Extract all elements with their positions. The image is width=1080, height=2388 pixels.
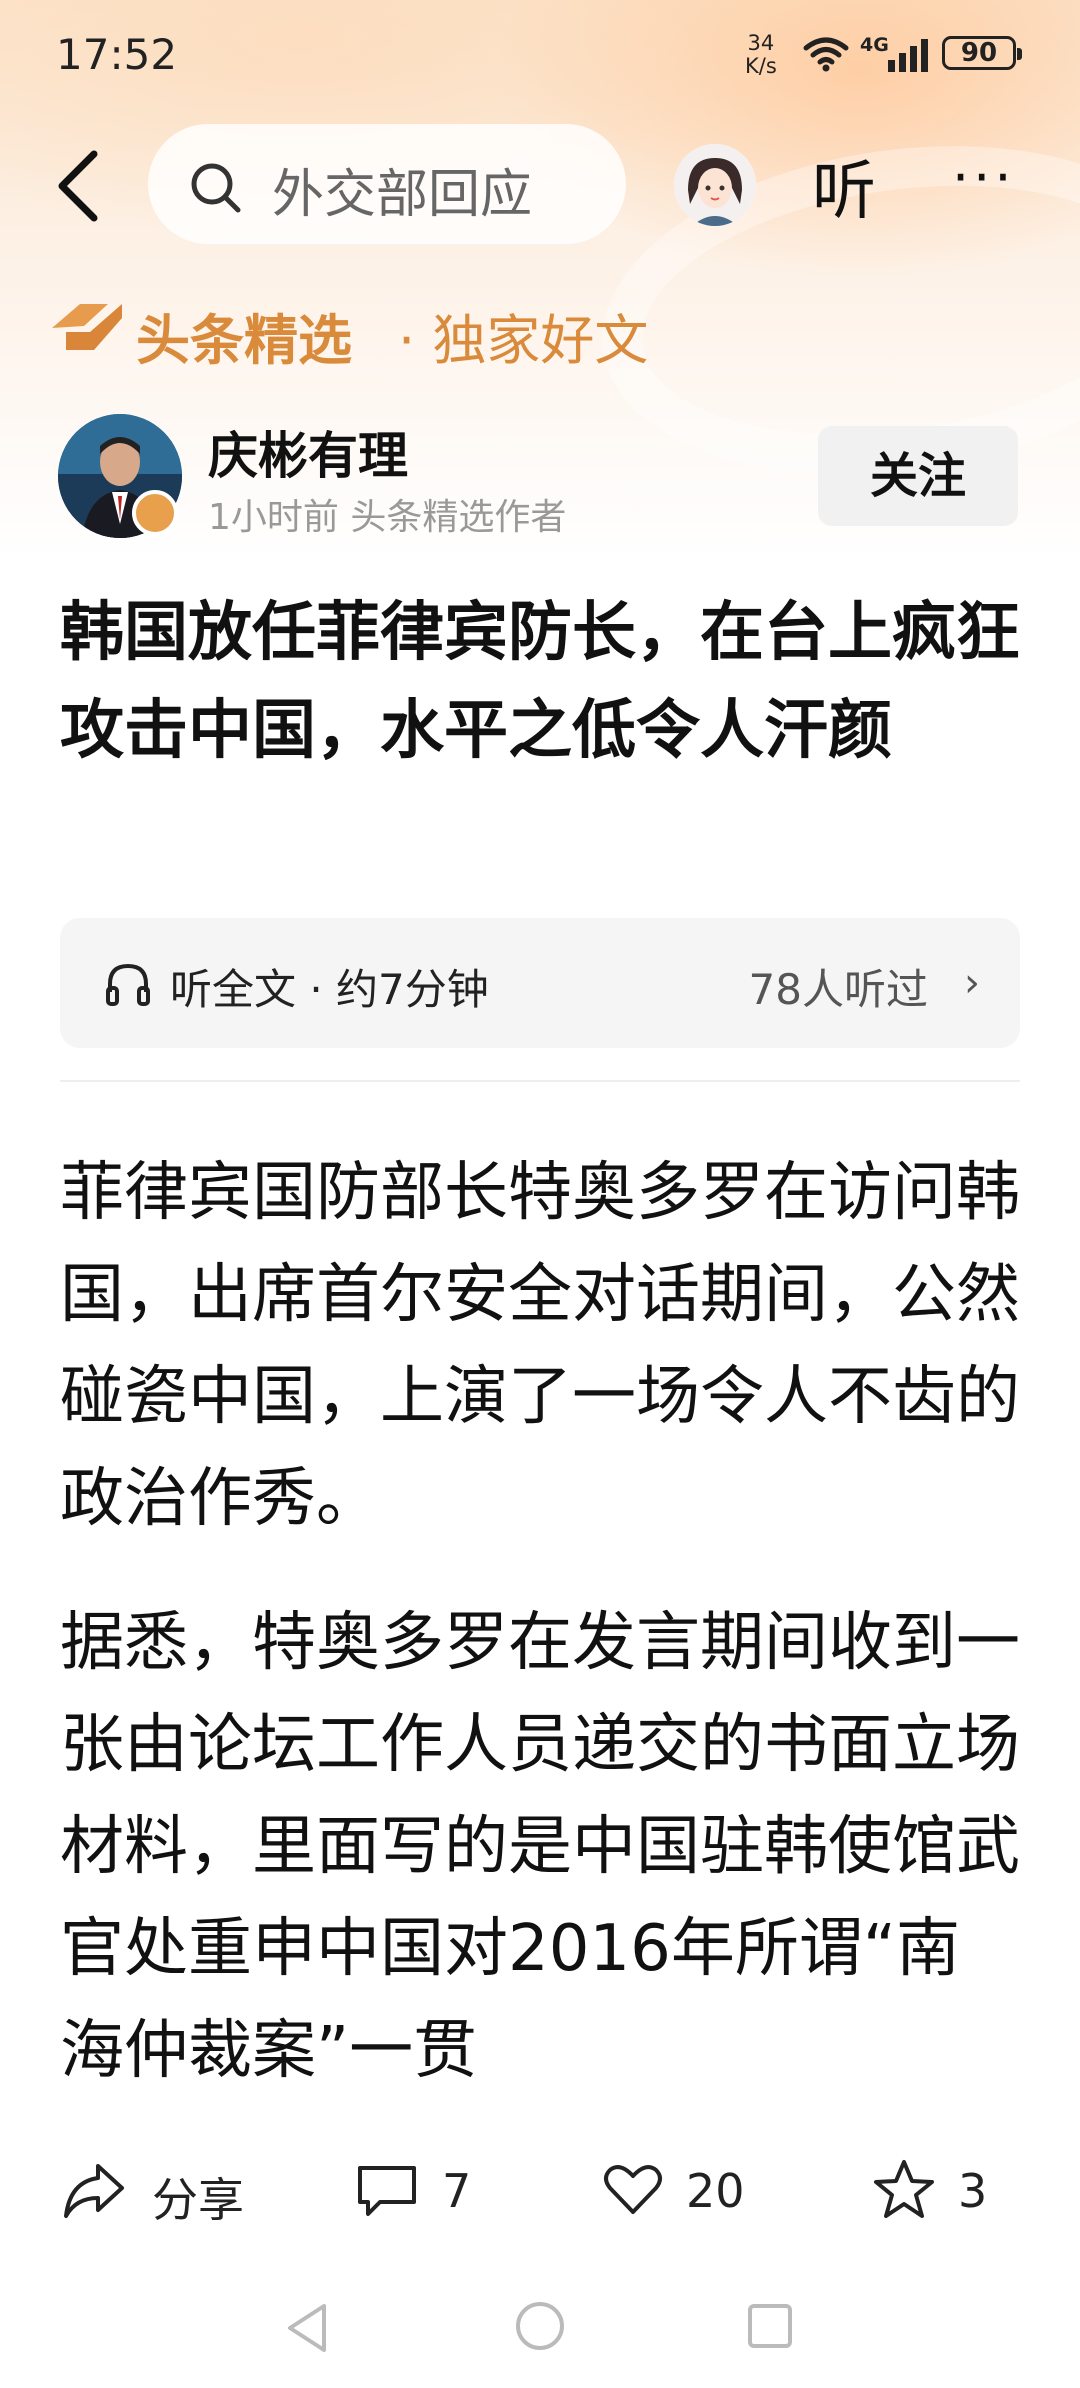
search-icon bbox=[191, 163, 241, 213]
follow-button[interactable]: 关注 bbox=[818, 426, 1018, 526]
share-button[interactable]: 分享 bbox=[62, 2158, 262, 2228]
listen-button[interactable]: 听 bbox=[812, 140, 876, 232]
back-icon[interactable] bbox=[50, 148, 110, 224]
nav-home-icon[interactable] bbox=[514, 2300, 566, 2352]
search-box[interactable]: 外交部回应 bbox=[148, 124, 626, 244]
nav-back-icon[interactable] bbox=[282, 2300, 332, 2356]
article-paragraph: 菲律宾国防部长特奥多罗在访问韩国，出席首尔安全对话期间，公然碰瓷中国，上演了一场… bbox=[60, 1156, 1020, 1536]
star-icon bbox=[874, 2160, 934, 2218]
status-bar: 17:52 34 K/s 4G 90 bbox=[0, 0, 1080, 116]
toutiao-featured-logo bbox=[52, 304, 122, 350]
like-count: 20 bbox=[686, 2164, 745, 2218]
share-label: 分享 bbox=[152, 2173, 244, 2227]
system-navigation-bar bbox=[0, 2270, 1080, 2388]
author-meta: 1小时前 头条精选作者 bbox=[208, 497, 567, 538]
signal-icon bbox=[888, 39, 928, 72]
favorite-button[interactable]: 3 bbox=[872, 2158, 1012, 2228]
network-speed-value: 34 bbox=[747, 31, 775, 55]
battery-indicator: 90 bbox=[942, 36, 1022, 70]
headphones-icon bbox=[106, 963, 150, 1006]
comment-button[interactable]: 7 bbox=[356, 2158, 496, 2228]
like-button[interactable]: 20 bbox=[602, 2158, 762, 2228]
share-icon bbox=[64, 2164, 124, 2218]
author-name[interactable]: 庆彬有理 bbox=[208, 416, 408, 488]
nav-recents-icon[interactable] bbox=[746, 2302, 794, 2350]
brand-name: 头条精选 bbox=[136, 309, 352, 372]
wifi-icon bbox=[803, 37, 849, 72]
network-speed: 34 K/s bbox=[745, 32, 777, 78]
ai-assistant-avatar[interactable] bbox=[674, 144, 756, 226]
favorite-count: 3 bbox=[958, 2164, 988, 2218]
listen-duration: 听全文 · 约7分钟 bbox=[170, 965, 489, 1014]
brand-tagline: · 独家好文 bbox=[398, 309, 649, 372]
article-title: 韩国放任菲律宾防长，在台上疯狂攻击中国，水平之低令人汗颜 bbox=[60, 596, 1020, 768]
article-action-bar: 分享 7 20 3 bbox=[0, 2134, 1080, 2254]
listen-count: 78人听过 bbox=[748, 965, 928, 1014]
search-query: 外交部回应 bbox=[272, 165, 533, 225]
more-menu-button[interactable]: ··· bbox=[952, 146, 1016, 209]
network-speed-unit: K/s bbox=[745, 54, 777, 78]
comment-icon bbox=[358, 2166, 416, 2216]
listen-full-article-bar[interactable]: 听全文 · 约7分钟 78人听过 › bbox=[60, 918, 1020, 1048]
chevron-right-icon: › bbox=[964, 960, 980, 1006]
article-paragraph: 据悉，特奥多罗在发言期间收到一张由论坛工作人员递交的书面立场材料，里面写的是中国… bbox=[60, 1606, 1020, 2088]
heart-icon bbox=[604, 2165, 662, 2214]
ai-avatar-icon bbox=[674, 144, 756, 226]
verified-badge-icon bbox=[132, 490, 178, 536]
divider bbox=[60, 1080, 1020, 1082]
status-time: 17:52 bbox=[56, 30, 178, 79]
comment-count: 7 bbox=[442, 2164, 472, 2218]
